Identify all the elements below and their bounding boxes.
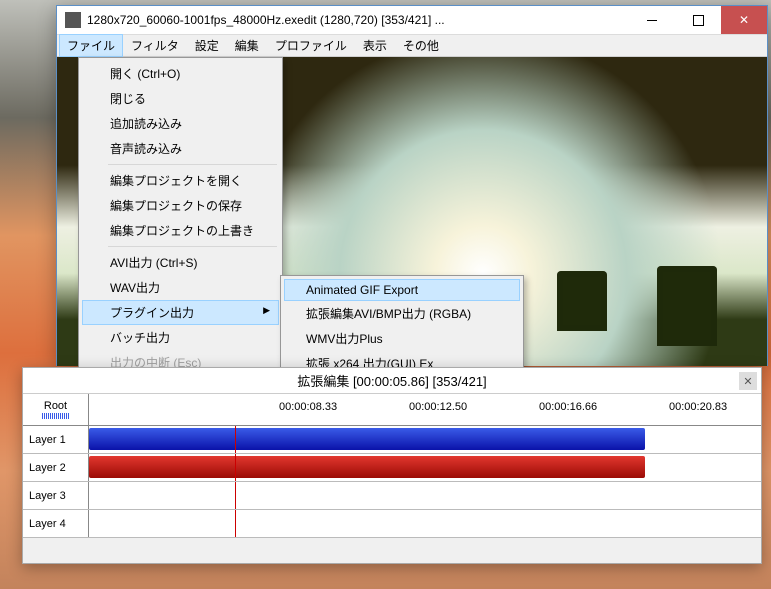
menu-separator xyxy=(108,246,277,247)
window-title: 1280x720_60060-1001fps_48000Hz.exedit (1… xyxy=(87,13,629,27)
submenu-wmv-plus[interactable]: WMV出力Plus xyxy=(284,326,520,351)
maximize-button[interactable] xyxy=(675,6,721,34)
menu-plugin-output[interactable]: プラグイン出力 xyxy=(82,300,279,325)
menu-file[interactable]: ファイル xyxy=(59,34,123,57)
layer-track[interactable] xyxy=(89,454,761,481)
layer-label[interactable]: Layer 3 xyxy=(23,482,89,509)
submenu-avi-bmp[interactable]: 拡張編集AVI/BMP出力 (RGBA) xyxy=(284,301,520,326)
menu-other[interactable]: その他 xyxy=(395,34,447,57)
timeline-layer-4: Layer 4 xyxy=(23,510,761,538)
app-icon xyxy=(65,12,81,28)
timeline-close-button[interactable]: ✕ xyxy=(739,372,757,390)
menu-open[interactable]: 開く (Ctrl+O) xyxy=(82,61,279,86)
menu-edit[interactable]: 編集 xyxy=(227,34,267,57)
layer-label[interactable]: Layer 2 xyxy=(23,454,89,481)
root-label-text: Root xyxy=(44,400,67,412)
playhead[interactable] xyxy=(235,426,236,453)
menu-settings[interactable]: 設定 xyxy=(187,34,227,57)
playhead[interactable] xyxy=(235,510,236,537)
menu-open-project[interactable]: 編集プロジェクトを開く xyxy=(82,168,279,193)
layer-label[interactable]: Layer 4 xyxy=(23,510,89,537)
tick: 00:00:16.66 xyxy=(539,401,597,413)
video-clip[interactable] xyxy=(89,428,645,450)
menu-profile[interactable]: プロファイル xyxy=(267,34,355,57)
audio-clip[interactable] xyxy=(89,456,645,478)
menu-view[interactable]: 表示 xyxy=(355,34,395,57)
menu-avi-output[interactable]: AVI出力 (Ctrl+S) xyxy=(82,250,279,275)
playhead[interactable] xyxy=(235,454,236,481)
timeline-title[interactable]: 拡張編集 [00:00:05.86] [353/421] ✕ xyxy=(23,368,761,394)
layer-track[interactable] xyxy=(89,482,761,509)
menu-separator xyxy=(108,164,277,165)
menu-close-file[interactable]: 閉じる xyxy=(82,86,279,111)
menu-save-project[interactable]: 編集プロジェクトの保存 xyxy=(82,193,279,218)
menu-filter[interactable]: フィルタ xyxy=(123,34,187,57)
close-button[interactable] xyxy=(721,6,767,34)
timeline-layer-3: Layer 3 xyxy=(23,482,761,510)
timeline-root-label: Root xyxy=(23,394,89,425)
timeline-layer-2: Layer 2 xyxy=(23,454,761,482)
submenu-animated-gif[interactable]: Animated GIF Export xyxy=(284,279,520,301)
timeline-layer-1: Layer 1 xyxy=(23,426,761,454)
menu-batch-output[interactable]: バッチ出力 xyxy=(82,325,279,350)
playhead[interactable] xyxy=(235,482,236,509)
plugin-output-submenu: Animated GIF Export 拡張編集AVI/BMP出力 (RGBA)… xyxy=(280,275,524,380)
timeline-window: 拡張編集 [00:00:05.86] [353/421] ✕ Root 00:0… xyxy=(22,367,762,564)
timeline-header: Root 00:00:08.33 00:00:12.50 00:00:16.66… xyxy=(23,394,761,426)
timeline-title-text: 拡張編集 [00:00:05.86] [353/421] xyxy=(297,371,486,390)
layer-track[interactable] xyxy=(89,510,761,537)
menubar: ファイル フィルタ 設定 編集 プロファイル 表示 その他 xyxy=(57,35,767,57)
menu-overwrite-project[interactable]: 編集プロジェクトの上書き xyxy=(82,218,279,243)
menu-add-load[interactable]: 追加読み込み xyxy=(82,111,279,136)
timeline-ruler[interactable]: 00:00:08.33 00:00:12.50 00:00:16.66 00:0… xyxy=(89,394,761,425)
minimize-button[interactable] xyxy=(629,6,675,34)
menu-wav-output[interactable]: WAV出力 xyxy=(82,275,279,300)
tick: 00:00:20.83 xyxy=(669,401,727,413)
layer-track[interactable] xyxy=(89,426,761,453)
window-controls xyxy=(629,6,767,34)
menu-audio-load[interactable]: 音声読み込み xyxy=(82,136,279,161)
titlebar[interactable]: 1280x720_60060-1001fps_48000Hz.exedit (1… xyxy=(57,6,767,35)
tick: 00:00:12.50 xyxy=(409,401,467,413)
layer-label[interactable]: Layer 1 xyxy=(23,426,89,453)
tick: 00:00:08.33 xyxy=(279,401,337,413)
